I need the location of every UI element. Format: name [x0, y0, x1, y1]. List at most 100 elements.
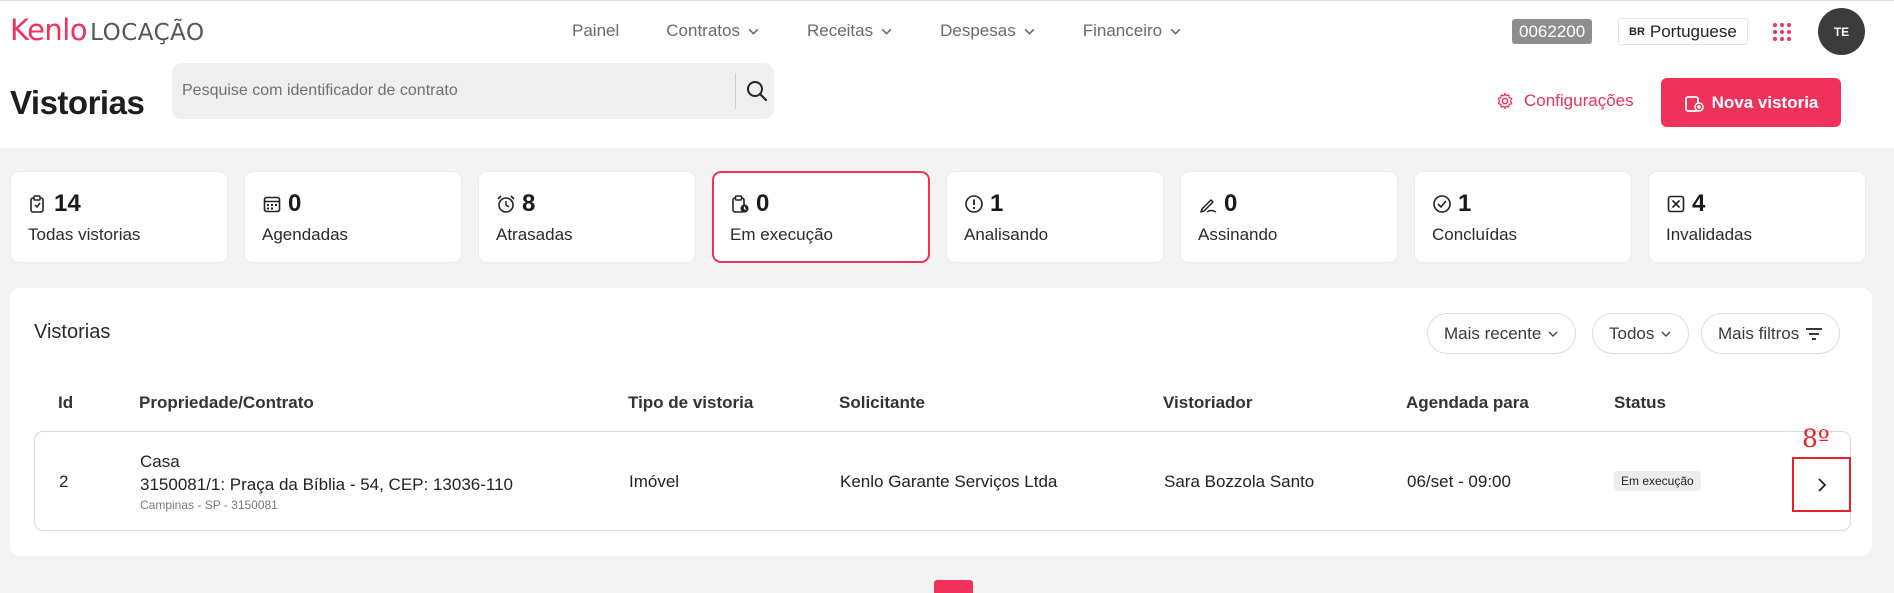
stat-label: Analisando: [964, 225, 1049, 244]
page-title: Vistorias: [10, 84, 145, 121]
row-contract-address: 3150081/1: Praça da Bíblia - 54, CEP: 13…: [140, 475, 513, 494]
nav-label: Contratos: [666, 21, 740, 40]
nav-item-despesas[interactable]: Despesas: [940, 21, 1036, 41]
chevron-down-icon: [748, 28, 759, 35]
status-badge: Em execução: [1614, 471, 1701, 491]
nav-item-financeiro[interactable]: Financeiro: [1083, 21, 1182, 41]
x-square-icon: [1667, 195, 1685, 213]
row-inspection-type: Imóvel: [629, 472, 680, 491]
search-bar: [172, 63, 902, 119]
avatar[interactable]: TE: [1818, 8, 1865, 55]
more-filters-button[interactable]: Mais filtros: [1701, 313, 1841, 354]
brazil-flag-icon: BR: [1629, 25, 1645, 38]
search-input[interactable]: [182, 63, 902, 119]
main-nav: Painel Contratos Receitas Despesas Finan…: [572, 21, 1229, 41]
chevron-down-icon: [881, 28, 892, 35]
nav-item-contratos[interactable]: Contratos: [666, 21, 760, 41]
check-circle-icon: [1433, 195, 1451, 213]
row-id: 2: [59, 472, 69, 491]
top-header: Kenlo LOCAÇÃO Painel Contratos Receitas …: [0, 0, 1894, 148]
stat-card-atrasadas[interactable]: 8 Atrasadas: [478, 171, 696, 263]
stat-count: 8: [522, 190, 536, 217]
filter-lines-icon: [1806, 327, 1823, 340]
logo-locacao-text: LOCAÇÃO: [90, 20, 205, 46]
stat-count: 1: [1458, 190, 1472, 217]
row-order-label: 8º: [1802, 424, 1830, 453]
column-header-requester[interactable]: Solicitante: [839, 393, 925, 413]
row-scheduled: 06/set - 09:00: [1407, 472, 1511, 491]
logo-kenlo-text: Kenlo: [10, 13, 88, 47]
new-inspection-icon: [1684, 95, 1704, 112]
language-label: Portuguese: [1649, 21, 1737, 41]
chevron-down-icon: [1661, 331, 1671, 337]
stat-card-invalidadas[interactable]: 4 Invalidadas: [1648, 171, 1866, 263]
search-icon: [747, 81, 768, 102]
column-header-scheduled[interactable]: Agendada para: [1406, 393, 1529, 413]
stat-count: 4: [1692, 190, 1706, 217]
nav-label: Painel: [572, 21, 620, 40]
stat-card-assinando[interactable]: 0 Assinando: [1180, 171, 1398, 263]
stat-label: Concluídas: [1432, 225, 1518, 244]
stat-label: Atrasadas: [496, 225, 573, 244]
chevron-down-icon: [1024, 28, 1035, 35]
stat-count: 1: [990, 190, 1004, 217]
account-code-badge: 0062200: [1512, 19, 1593, 44]
pagination-marker[interactable]: [934, 580, 973, 593]
scope-label: Todos: [1609, 323, 1655, 343]
nav-item-painel[interactable]: Painel: [572, 21, 619, 41]
row-location: Campinas - SP - 3150081: [140, 498, 278, 512]
stat-card-em-execucao[interactable]: 0 Em execução: [712, 171, 930, 263]
alert-circle-icon: [965, 195, 983, 213]
nav-item-receitas[interactable]: Receitas: [807, 21, 893, 41]
stat-label: Em execução: [730, 225, 833, 244]
column-header-status[interactable]: Status: [1614, 393, 1666, 413]
nav-label: Despesas: [940, 21, 1016, 40]
chevron-right-icon: [1817, 477, 1826, 492]
row-requester: Kenlo Garante Serviços Ltda: [840, 472, 1058, 491]
column-header-property[interactable]: Propriedade/Contrato: [139, 393, 314, 413]
search-divider: [735, 73, 736, 109]
stat-card-concluidas[interactable]: 1 Concluídas: [1414, 171, 1632, 263]
column-header-id[interactable]: Id: [58, 393, 73, 413]
nova-vistoria-button[interactable]: Nova vistoria: [1661, 78, 1841, 127]
table-row[interactable]: 2 Casa 3150081/1: Praça da Bíblia - 54, …: [34, 431, 1851, 531]
nova-vistoria-label: Nova vistoria: [1711, 92, 1819, 112]
gear-icon: [1497, 92, 1513, 110]
language-selector[interactable]: BR Portuguese: [1618, 18, 1748, 45]
column-header-inspector[interactable]: Vistoriador: [1163, 393, 1252, 413]
signature-pen-icon: [1200, 199, 1217, 213]
clipboard-icon: [30, 195, 44, 213]
column-header-type[interactable]: Tipo de vistoria: [628, 393, 753, 413]
search-button[interactable]: [740, 63, 774, 119]
scope-dropdown[interactable]: Todos: [1592, 313, 1690, 354]
row-open-button[interactable]: [1792, 457, 1851, 512]
more-filters-label: Mais filtros: [1718, 323, 1800, 343]
stat-card-agendadas[interactable]: 0 Agendadas: [244, 171, 462, 263]
nav-label: Receitas: [806, 21, 874, 40]
stat-count: 0: [288, 190, 302, 217]
alarm-clock-icon: [497, 195, 515, 213]
stat-label: Assinando: [1198, 225, 1278, 244]
stat-label: Agendadas: [262, 225, 349, 244]
clipboard-clock-icon: [732, 195, 749, 213]
nav-label: Financeiro: [1082, 21, 1163, 40]
stat-count: 0: [756, 190, 770, 217]
stat-label: Invalidadas: [1666, 225, 1753, 244]
kenlo-logo[interactable]: Kenlo LOCAÇÃO: [10, 13, 205, 47]
stat-label: Todas vistorias: [28, 225, 141, 244]
chevron-down-icon: [1170, 28, 1181, 35]
sort-label: Mais recente: [1444, 323, 1542, 343]
calendar-icon: [263, 196, 281, 213]
sort-dropdown[interactable]: Mais recente: [1427, 313, 1577, 354]
row-property-type: Casa: [140, 452, 180, 471]
stat-count: 0: [1224, 190, 1238, 217]
apps-grid-icon[interactable]: [1772, 22, 1792, 42]
stat-card-todas[interactable]: 14 Todas vistorias: [10, 171, 228, 263]
list-title: Vistorias: [34, 321, 111, 343]
configuracoes-link[interactable]: Configurações: [1496, 91, 1634, 111]
stat-card-analisando[interactable]: 1 Analisando: [946, 171, 1164, 263]
row-inspector: Sara Bozzola Santo: [1164, 472, 1315, 491]
vistorias-list-panel: Vistorias Mais recente Todos Mais filtro…: [10, 288, 1872, 556]
chevron-down-icon: [1548, 331, 1558, 337]
stat-count: 14: [54, 190, 81, 217]
